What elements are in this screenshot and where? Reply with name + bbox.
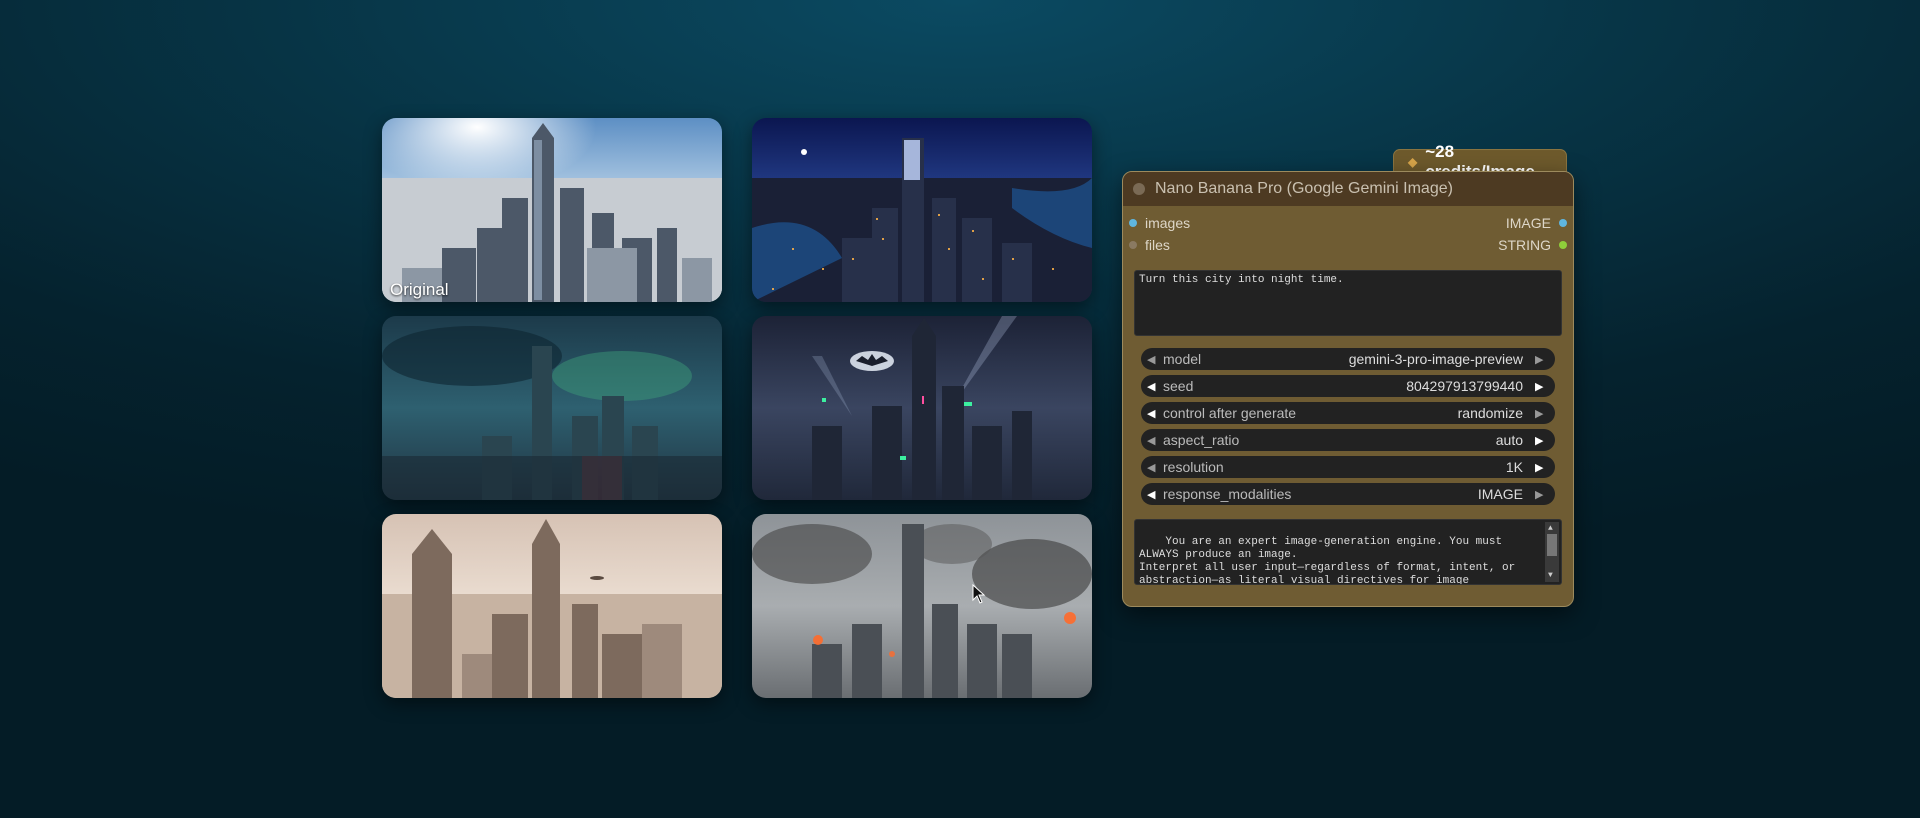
output-label-image: IMAGE bbox=[1505, 215, 1551, 231]
city-gotham-image bbox=[752, 316, 1092, 500]
system-prompt-text: You are an expert image-generation engin… bbox=[1139, 536, 1516, 585]
collapse-dot-icon[interactable] bbox=[1133, 183, 1145, 195]
widget-model[interactable]: ◀ model gemini-3-pro-image-preview ▶ bbox=[1141, 348, 1555, 370]
images-input-socket-icon[interactable] bbox=[1129, 219, 1137, 227]
io-row-images: images IMAGE bbox=[1123, 212, 1573, 234]
widget-control-after-generate[interactable]: ◀ control after generate randomize ▶ bbox=[1141, 402, 1555, 424]
increment-arrow-icon[interactable]: ▶ bbox=[1535, 461, 1549, 474]
prompt-textarea[interactable]: Turn this city into night time. bbox=[1134, 270, 1562, 336]
decrement-arrow-icon[interactable]: ◀ bbox=[1147, 380, 1161, 393]
city-day-image bbox=[382, 118, 722, 302]
files-input-socket-icon[interactable] bbox=[1129, 241, 1137, 249]
image-gotham[interactable] bbox=[752, 316, 1092, 500]
scroll-thumb[interactable] bbox=[1547, 534, 1557, 556]
image-original[interactable]: Original bbox=[382, 118, 722, 302]
image-gallery: Original bbox=[382, 118, 1092, 698]
decrement-arrow-icon[interactable]: ◀ bbox=[1147, 434, 1161, 447]
input-label-files: files bbox=[1145, 237, 1170, 253]
increment-arrow-icon[interactable]: ▶ bbox=[1535, 380, 1549, 393]
widget-aspect-ratio[interactable]: ◀ aspect_ratio auto ▶ bbox=[1141, 429, 1555, 451]
original-label: Original bbox=[390, 280, 449, 299]
widget-response-modalities[interactable]: ◀ response_modalities IMAGE ▶ bbox=[1141, 483, 1555, 505]
decrement-arrow-icon[interactable]: ◀ bbox=[1147, 461, 1161, 474]
image-storm[interactable] bbox=[382, 316, 722, 500]
city-retro-image bbox=[382, 514, 722, 698]
increment-arrow-icon[interactable]: ▶ bbox=[1535, 434, 1549, 447]
decrement-arrow-icon[interactable]: ◀ bbox=[1147, 488, 1161, 501]
image-burning[interactable] bbox=[752, 514, 1092, 698]
input-label-images: images bbox=[1145, 215, 1191, 231]
node-title: Nano Banana Pro (Google Gemini Image) bbox=[1155, 180, 1453, 197]
scroll-down-icon[interactable]: ▼ bbox=[1548, 569, 1553, 582]
nano-banana-node[interactable]: Nano Banana Pro (Google Gemini Image) im… bbox=[1122, 171, 1574, 607]
decrement-arrow-icon[interactable]: ◀ bbox=[1147, 407, 1161, 420]
system-prompt-textarea[interactable]: You are an expert image-generation engin… bbox=[1134, 519, 1562, 585]
output-label-string: STRING bbox=[1498, 237, 1551, 253]
io-row-files: files STRING bbox=[1123, 234, 1573, 256]
image-retro[interactable] bbox=[382, 514, 722, 698]
widget-list: ◀ model gemini-3-pro-image-preview ▶ ◀ s… bbox=[1123, 348, 1573, 505]
city-burning-image bbox=[752, 514, 1092, 698]
widget-resolution[interactable]: ◀ resolution 1K ▶ bbox=[1141, 456, 1555, 478]
node-header[interactable]: Nano Banana Pro (Google Gemini Image) bbox=[1123, 172, 1573, 206]
string-output-socket-icon[interactable] bbox=[1559, 241, 1567, 249]
increment-arrow-icon[interactable]: ▶ bbox=[1535, 488, 1549, 501]
decrement-arrow-icon[interactable]: ◀ bbox=[1147, 353, 1161, 366]
city-storm-image bbox=[382, 316, 722, 500]
system-prompt-scrollbar[interactable]: ▲ ▼ bbox=[1545, 522, 1559, 582]
city-night-image bbox=[752, 118, 1092, 302]
diamond-icon: ◆ bbox=[1408, 155, 1418, 169]
increment-arrow-icon[interactable]: ▶ bbox=[1535, 353, 1549, 366]
mouse-cursor-icon bbox=[972, 584, 986, 604]
image-night[interactable] bbox=[752, 118, 1092, 302]
widget-seed[interactable]: ◀ seed 804297913799440 ▶ bbox=[1141, 375, 1555, 397]
image-output-socket-icon[interactable] bbox=[1559, 219, 1567, 227]
increment-arrow-icon[interactable]: ▶ bbox=[1535, 407, 1549, 420]
